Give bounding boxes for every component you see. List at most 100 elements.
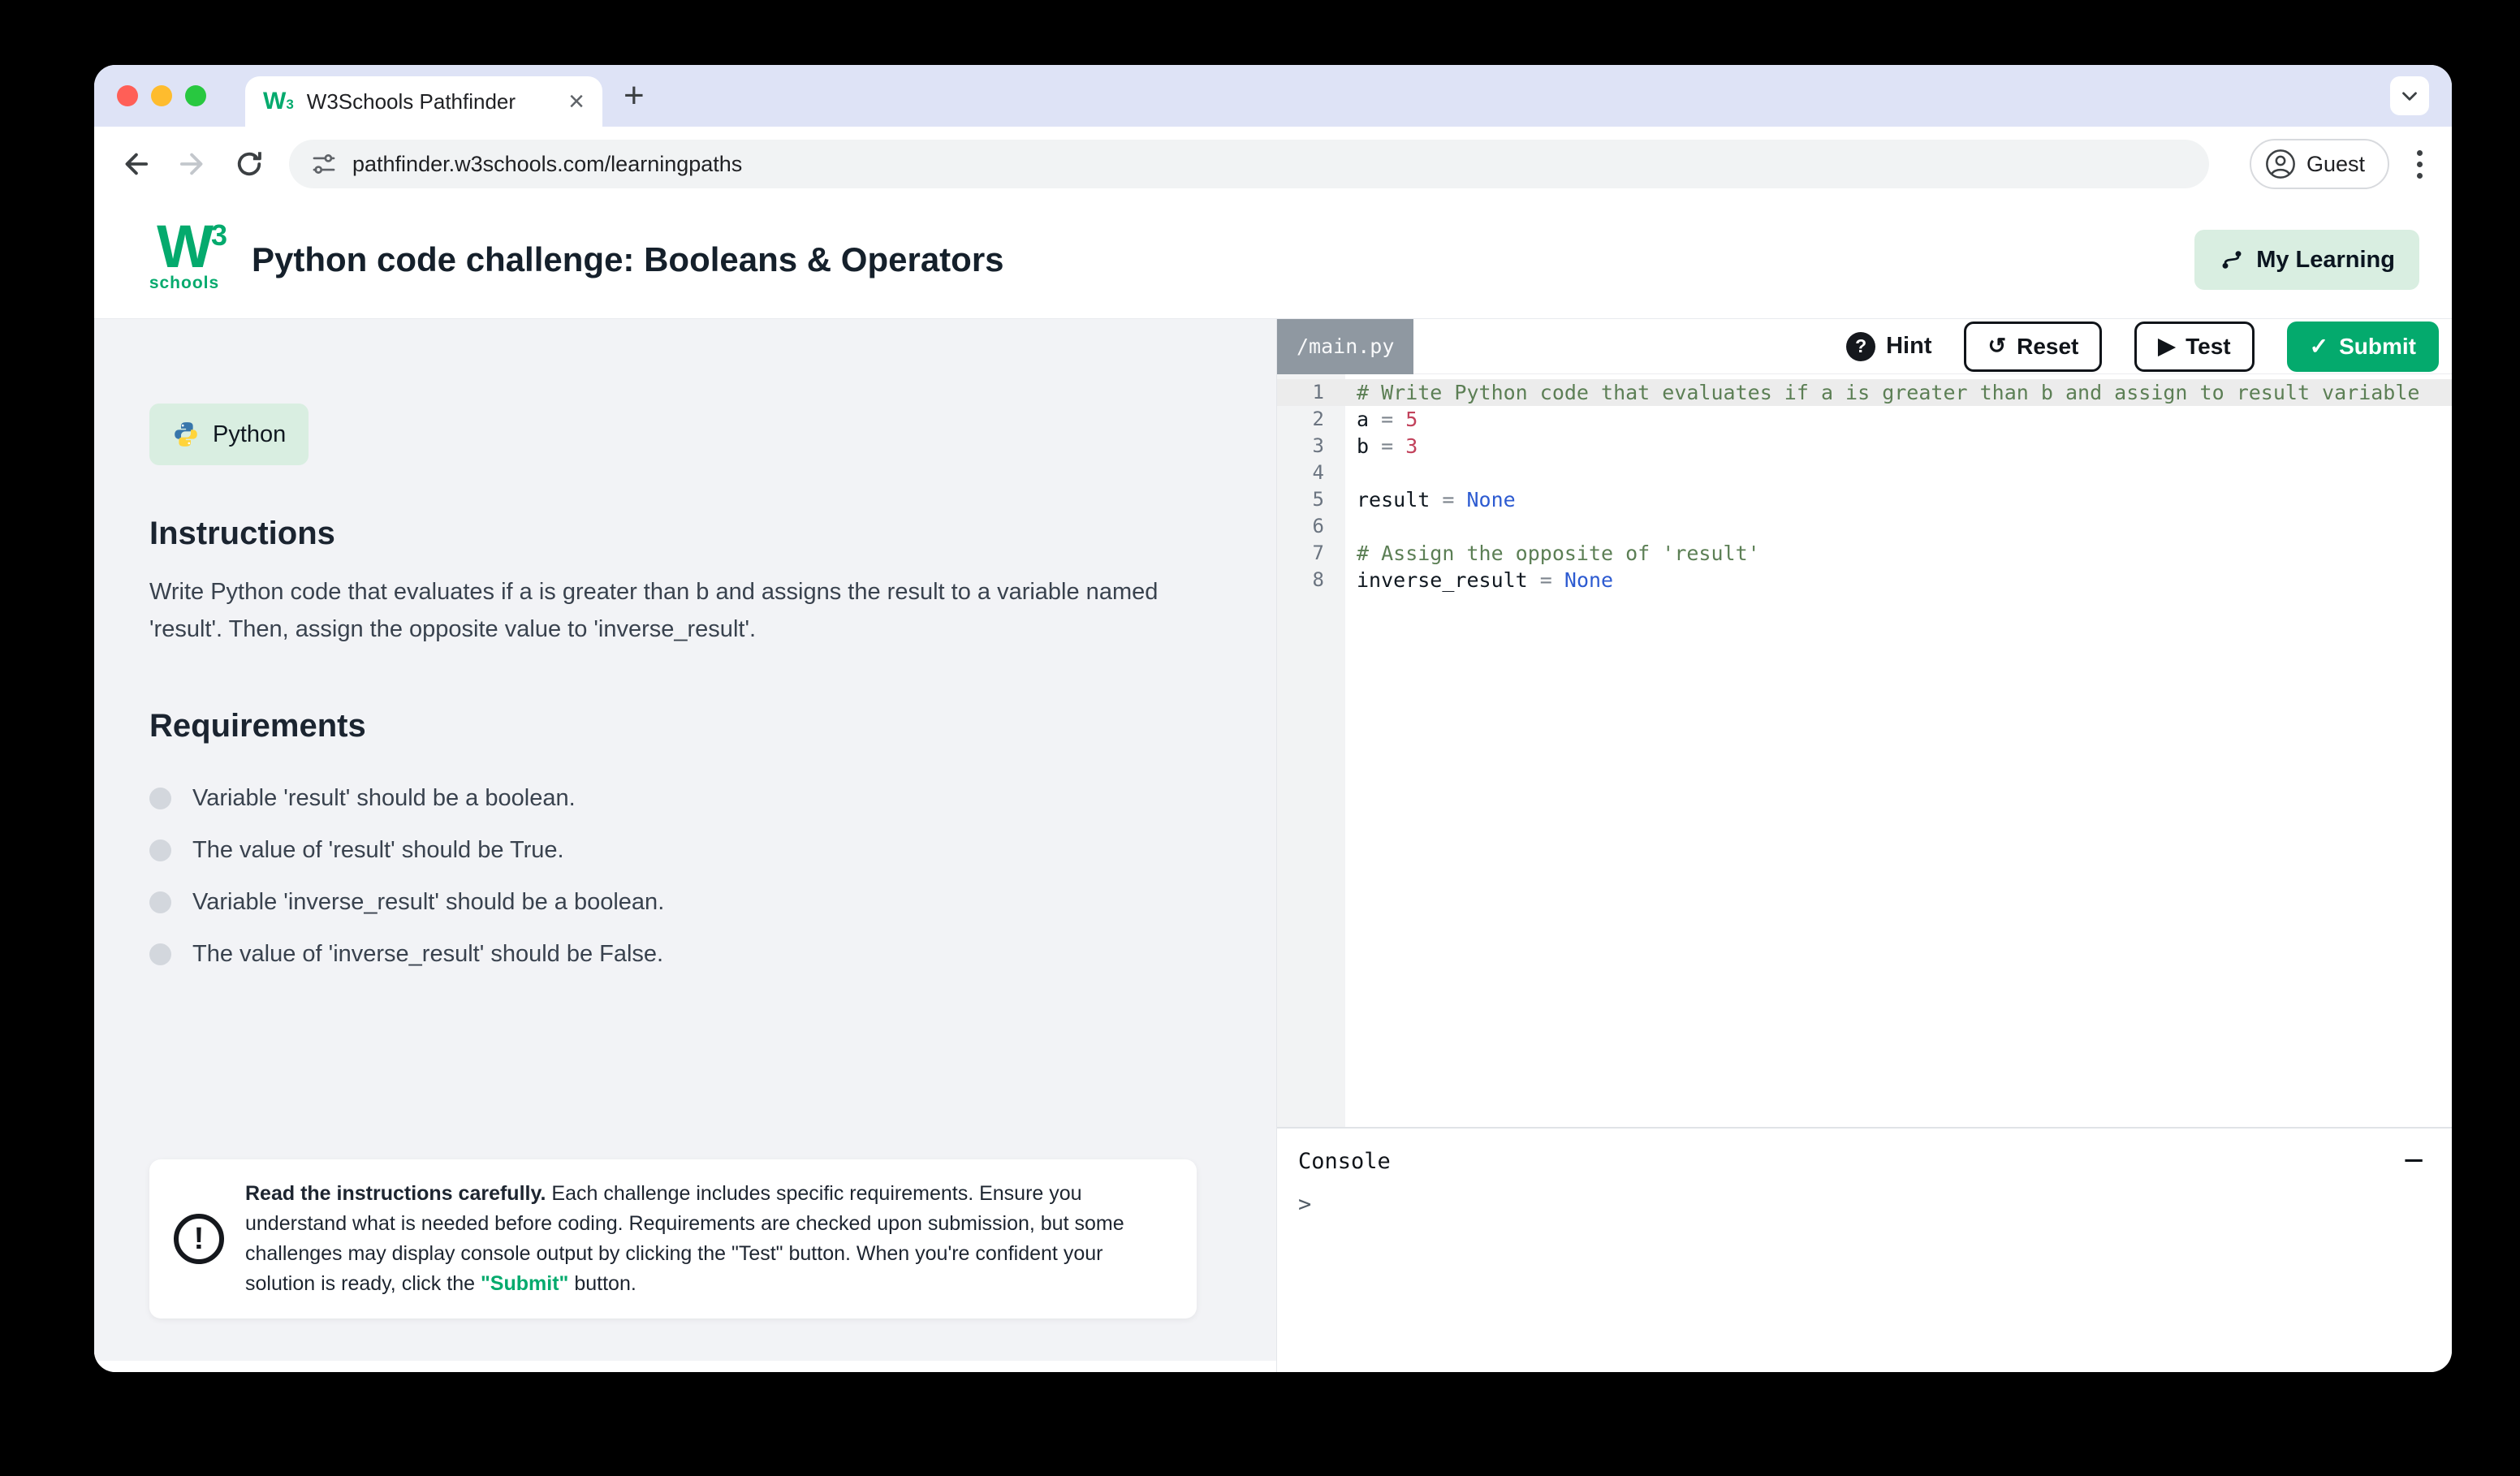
- requirement-text: The value of 'inverse_result' should be …: [192, 941, 663, 968]
- code-line-text: b = 3: [1345, 433, 1418, 460]
- requirement-item: Variable 'inverse_result' should be a bo…: [149, 876, 1205, 928]
- guest-label: Guest: [2306, 152, 2365, 177]
- reset-label: Reset: [2017, 334, 2078, 360]
- editor-panel: /main.py ? Hint ↺ Reset ▶ Test: [1276, 319, 2452, 1372]
- requirement-item: Variable 'result' should be a boolean.: [149, 772, 1205, 824]
- code-line: 6: [1277, 513, 2452, 540]
- browser-window: W3 W3Schools Pathfinder × + pathfinder.w…: [94, 65, 2452, 1372]
- zoom-window-button[interactable]: [185, 85, 206, 106]
- note-submit-ref: "Submit": [481, 1272, 568, 1295]
- check-icon: ✓: [2310, 333, 2328, 360]
- requirement-text: Variable 'inverse_result' should be a bo…: [192, 889, 664, 916]
- exclamation-icon: !: [174, 1214, 224, 1264]
- console-collapse-button[interactable]: −: [2403, 1143, 2424, 1179]
- hint-label: Hint: [1886, 333, 1931, 360]
- logo-schools: schools: [140, 274, 229, 293]
- back-button[interactable]: [119, 147, 153, 181]
- line-number: 4: [1277, 460, 1345, 486]
- instructions-panel: Python Instructions Write Python code th…: [94, 319, 1276, 1361]
- traffic-lights: [117, 85, 206, 106]
- requirement-status-dot: [149, 943, 171, 965]
- page-header: W3 schools Python code challenge: Boolea…: [94, 201, 2452, 318]
- reload-button[interactable]: [232, 147, 266, 181]
- main-content: Python Instructions Write Python code th…: [94, 318, 2452, 1372]
- w3schools-logo: W3 schools: [140, 215, 229, 304]
- code-line: 5result = None: [1277, 486, 2452, 513]
- new-tab-button[interactable]: +: [624, 78, 645, 114]
- code-line: 4: [1277, 460, 2452, 486]
- line-number: 5: [1277, 486, 1345, 513]
- instructions-text: Write Python code that evaluates if a is…: [149, 573, 1205, 648]
- tab-search-button[interactable]: [2390, 76, 2429, 115]
- exclamation-glyph: !: [194, 1222, 205, 1257]
- test-label: Test: [2186, 334, 2231, 360]
- browser-menu-button[interactable]: [2412, 145, 2427, 183]
- file-tab-main-py[interactable]: /main.py: [1277, 319, 1413, 374]
- minimize-window-button[interactable]: [151, 85, 172, 106]
- question-icon: ?: [1846, 332, 1875, 361]
- console-header: Console −: [1298, 1143, 2424, 1179]
- instructions-heading: Instructions: [149, 516, 1205, 552]
- line-number: 2: [1277, 406, 1345, 433]
- forward-button[interactable]: [175, 147, 209, 181]
- language-badge-label: Python: [213, 421, 286, 448]
- my-learning-label: My Learning: [2256, 247, 2395, 274]
- chevron-down-icon: [2397, 84, 2422, 108]
- requirement-text: The value of 'result' should be True.: [192, 837, 564, 864]
- url-text: pathfinder.w3schools.com/learningpaths: [352, 152, 742, 177]
- site-settings-icon[interactable]: [310, 150, 338, 178]
- code-editor[interactable]: 1# Write Python code that evaluates if a…: [1277, 374, 2452, 1127]
- code-line-text: result = None: [1345, 486, 1516, 513]
- code-line: 7# Assign the opposite of 'result': [1277, 540, 2452, 567]
- reset-button[interactable]: ↺ Reset: [1964, 322, 2102, 372]
- line-number: 7: [1277, 540, 1345, 567]
- code-line-text: [1345, 460, 1357, 486]
- note-card: ! Read the instructions carefully. Each …: [149, 1159, 1197, 1318]
- page-title: Python code challenge: Booleans & Operat…: [252, 240, 1004, 279]
- code-line-text: # Write Python code that evaluates if a …: [1345, 379, 2419, 406]
- console-panel: Console − >: [1277, 1127, 2452, 1372]
- test-button[interactable]: ▶ Test: [2134, 322, 2254, 372]
- my-learning-button[interactable]: My Learning: [2194, 230, 2419, 290]
- submit-button[interactable]: ✓ Submit: [2287, 322, 2439, 372]
- python-icon: [172, 421, 200, 448]
- line-number: 6: [1277, 513, 1345, 540]
- requirement-status-dot: [149, 788, 171, 809]
- code-line-text: inverse_result = None: [1345, 567, 1613, 593]
- line-number: 8: [1277, 567, 1345, 593]
- editor-toolbar: /main.py ? Hint ↺ Reset ▶ Test: [1277, 319, 2452, 374]
- avatar-icon: [2264, 148, 2297, 180]
- url-bar[interactable]: pathfinder.w3schools.com/learningpaths: [289, 140, 2209, 188]
- editor-actions: ? Hint ↺ Reset ▶ Test ✓: [1846, 322, 2452, 372]
- code-line: 1# Write Python code that evaluates if a…: [1277, 379, 2452, 406]
- code-line: 3b = 3: [1277, 433, 2452, 460]
- requirements-list: Variable 'result' should be a boolean. Th…: [149, 772, 1205, 980]
- code-line: 2a = 5: [1277, 406, 2452, 433]
- browser-tab-strip: W3 W3Schools Pathfinder × +: [94, 65, 2452, 127]
- close-window-button[interactable]: [117, 85, 138, 106]
- line-number: 3: [1277, 433, 1345, 460]
- guest-profile-button[interactable]: Guest: [2250, 139, 2389, 189]
- requirement-status-dot: [149, 891, 171, 913]
- note-text: Read the instructions carefully. Each ch…: [245, 1179, 1172, 1299]
- learning-path-icon: [2219, 247, 2245, 273]
- logo-3: 3: [211, 218, 227, 252]
- code-lines: 1# Write Python code that evaluates if a…: [1277, 379, 2452, 593]
- logo-w: W: [157, 213, 212, 280]
- browser-tab[interactable]: W3 W3Schools Pathfinder ×: [245, 76, 602, 127]
- tab-title: W3Schools Pathfinder: [307, 89, 555, 114]
- code-line-text: [1345, 513, 1357, 540]
- console-label: Console: [1298, 1149, 1391, 1174]
- language-badge: Python: [149, 404, 309, 465]
- line-number: 1: [1277, 379, 1345, 406]
- w3schools-favicon-icon: W3: [263, 89, 294, 114]
- play-icon: ▶: [2158, 335, 2175, 357]
- requirement-status-dot: [149, 839, 171, 861]
- close-tab-icon[interactable]: ×: [568, 88, 585, 115]
- requirement-item: The value of 'inverse_result' should be …: [149, 928, 1205, 980]
- requirement-item: The value of 'result' should be True.: [149, 824, 1205, 876]
- hint-button[interactable]: ? Hint: [1846, 332, 1931, 361]
- code-line: 8inverse_result = None: [1277, 567, 2452, 593]
- console-prompt: >: [1298, 1192, 2424, 1217]
- requirements-heading: Requirements: [149, 708, 1205, 744]
